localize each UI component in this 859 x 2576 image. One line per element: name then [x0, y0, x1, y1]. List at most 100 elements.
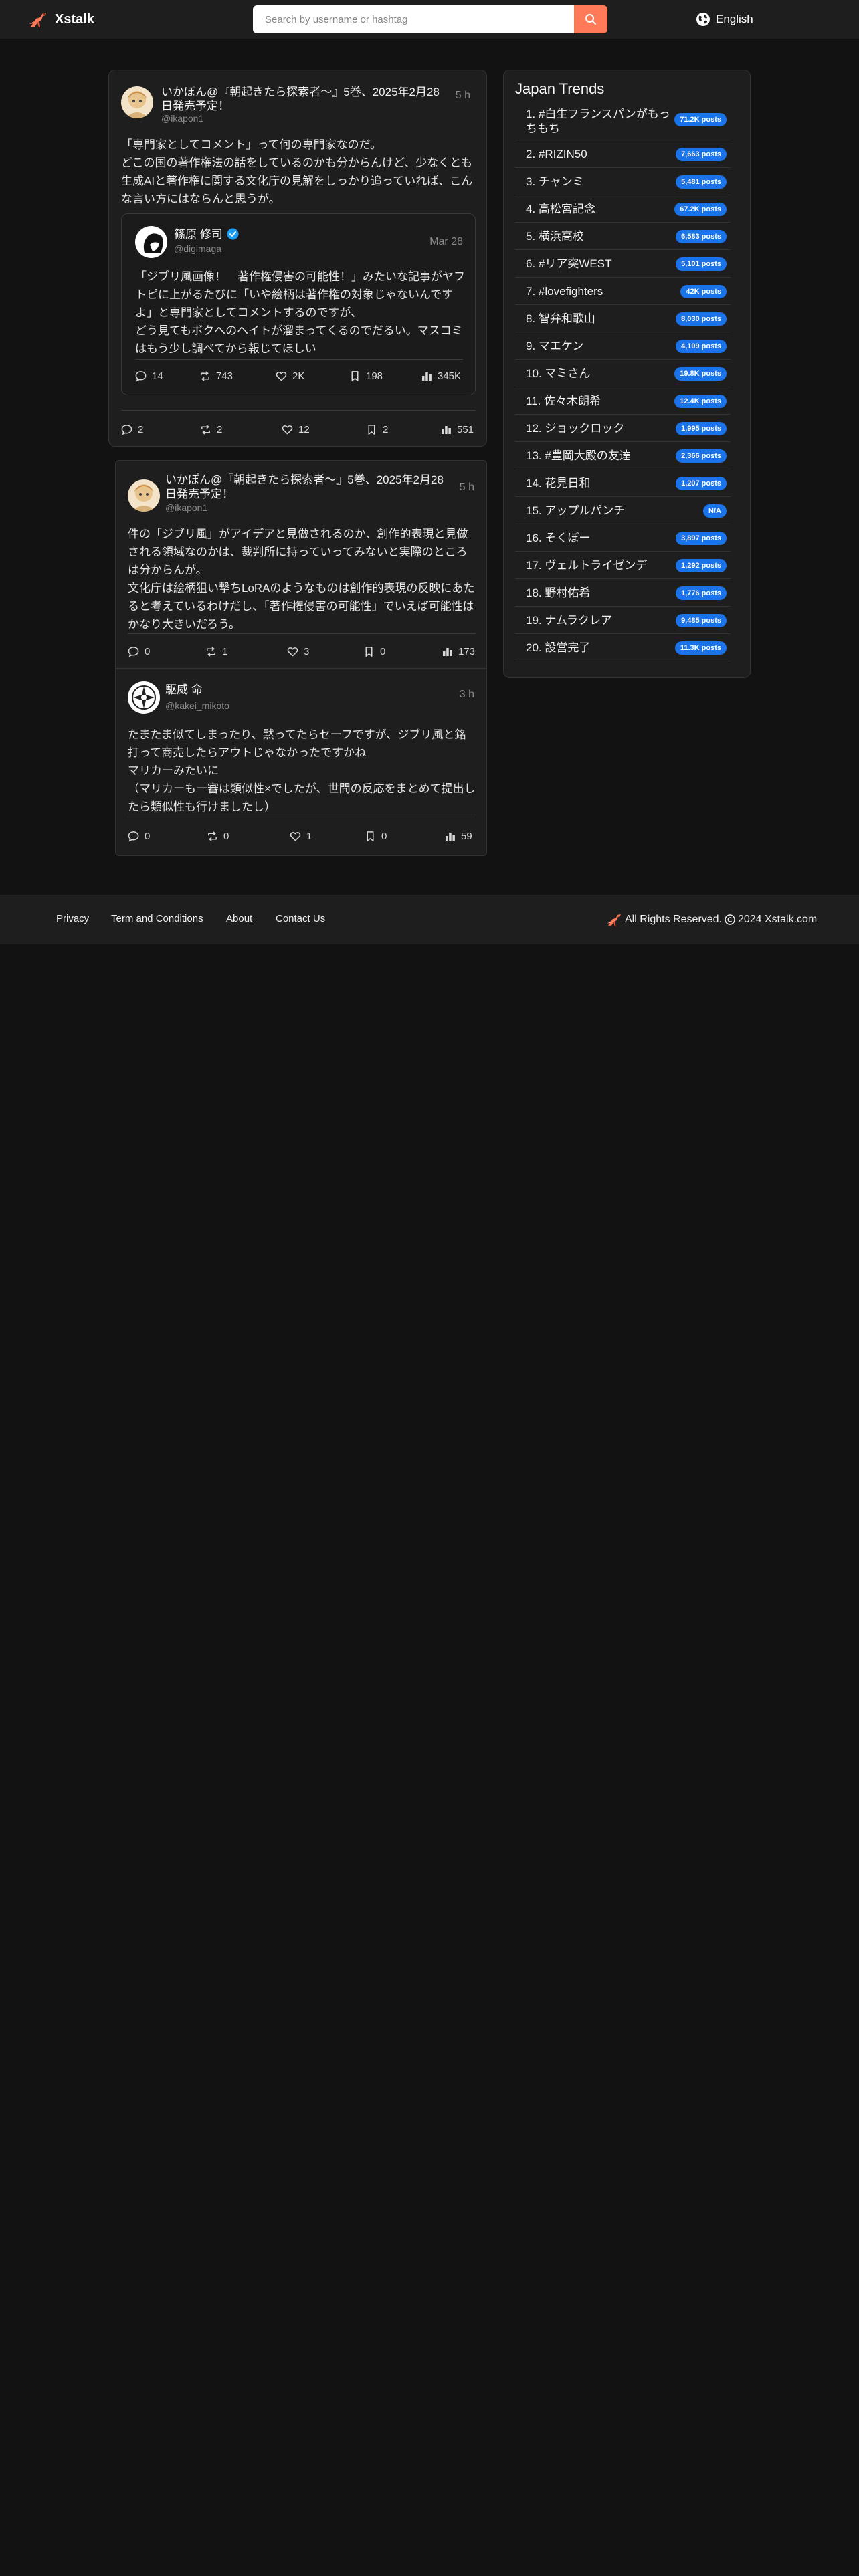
quoted-author-name[interactable]: 篠原 修司 — [174, 227, 239, 241]
rights-text: All Rights Reserved. — [625, 914, 722, 925]
bookmark-button[interactable]: 0 — [363, 641, 385, 661]
reply-button[interactable]: 2 — [121, 419, 143, 439]
repost-button[interactable]: 2 — [200, 419, 222, 439]
trend-label: 13. #豊岡大殿の友達 — [526, 449, 631, 462]
trend-label: 7. #lovefighters — [526, 285, 603, 298]
bookmark-count: 2 — [383, 423, 389, 435]
trend-item[interactable]: 7. #lovefighters 42K posts — [515, 278, 731, 305]
reply-count: 2 — [138, 423, 144, 435]
post-time: 5 h — [455, 90, 470, 101]
avatar[interactable] — [128, 479, 160, 512]
trend-item[interactable]: 3. チャンミ 5,481 posts — [515, 168, 731, 195]
quoted-post-time: Mar 28 — [430, 236, 463, 247]
views-count: 173 — [458, 645, 476, 657]
search-button[interactable] — [574, 5, 607, 33]
trend-post-count-badge: 12.4K posts — [674, 394, 727, 408]
trend-item[interactable]: 12. ジョックロック 1,995 posts — [515, 415, 731, 442]
avatar[interactable] — [121, 86, 153, 118]
bar-chart-icon — [446, 833, 455, 841]
avatar[interactable] — [135, 226, 167, 258]
app-name: Xstalk — [55, 11, 94, 27]
bookmark-button[interactable]: 198 — [349, 366, 383, 386]
bookmark-button[interactable]: 0 — [365, 826, 387, 846]
trend-item[interactable]: 1. #白生フランスパンがもっちもち 71.2K posts — [515, 99, 731, 140]
quoted-post[interactable]: 篠原 修司 @digimaga Mar 28 「ジブリ風画像！ 著作権侵害の可能… — [121, 213, 476, 395]
reply-button[interactable]: 0 — [128, 641, 150, 661]
footer: Privacy Term and Conditions About Contac… — [0, 895, 859, 944]
repost-button[interactable]: 743 — [199, 366, 233, 386]
repost-button[interactable]: 0 — [207, 826, 229, 846]
author-name[interactable]: いかぽん@『朝起きたら探索者〜』5巻、2025年2月28日発売予定！ — [161, 85, 442, 113]
like-button[interactable]: 3 — [287, 641, 309, 661]
comment-icon — [135, 370, 147, 382]
copyright-icon — [725, 914, 735, 925]
trend-post-count-badge: 11.3K posts — [674, 641, 727, 655]
divider — [121, 410, 476, 411]
trend-item[interactable]: 8. 智弁和歌山 8,030 posts — [515, 305, 731, 332]
trend-item[interactable]: 9. マエケン 4,109 posts — [515, 332, 731, 360]
bookmark-button[interactable]: 2 — [366, 419, 388, 439]
reply-button[interactable]: 14 — [135, 366, 163, 386]
reply-count: 0 — [145, 645, 151, 657]
avatar[interactable] — [128, 681, 160, 714]
post-card[interactable]: いかぽん@『朝起きたら探索者〜』5巻、2025年2月28日発売予定！ @ikap… — [115, 460, 487, 669]
logo[interactable]: Xstalk — [28, 9, 94, 29]
author-name[interactable]: いかぽん@『朝起きたら探索者〜』5巻、2025年2月28日発売予定！ — [165, 473, 453, 501]
trend-post-count-badge: 67.2K posts — [674, 202, 727, 216]
trend-post-count-badge: 5,101 posts — [676, 257, 727, 271]
like-button[interactable]: 12 — [282, 419, 310, 439]
search-bar — [253, 5, 607, 33]
post-actions: 0 0 1 0 59 — [128, 826, 476, 846]
divider — [135, 359, 463, 360]
like-button[interactable]: 2K — [276, 366, 304, 386]
post-text: たまたま似てしまったり、黙ってたらセーフですが、ジブリ風と銘打って商売したらアウ… — [128, 728, 476, 813]
trend-item[interactable]: 19. ナムラクレア 9,485 posts — [515, 607, 731, 634]
post-text: 件の「ジブリ風」がアイデアと見做されるのか、創作的表現と見做される領域なのかは、… — [128, 528, 475, 631]
privacy-link[interactable]: Privacy — [56, 913, 89, 924]
author-name[interactable]: 駆威 命 — [165, 683, 203, 697]
post-actions: 2 2 12 2 551 — [121, 419, 476, 439]
trend-label: 2. #RIZIN50 — [526, 148, 587, 160]
post-time: 3 h — [459, 689, 474, 700]
search-input[interactable] — [253, 5, 574, 33]
reply-button[interactable]: 0 — [128, 826, 150, 846]
trend-item[interactable]: 17. ヴェルトライゼンデ 1,292 posts — [515, 552, 731, 579]
trend-post-count-badge: 1,207 posts — [676, 476, 727, 490]
trend-item[interactable]: 16. そくぼー 3,897 posts — [515, 524, 731, 552]
trend-item[interactable]: 6. #リア突WEST 5,101 posts — [515, 250, 731, 278]
repost-count: 2 — [217, 423, 223, 435]
bookmark-count: 0 — [381, 830, 387, 842]
author-handle[interactable]: @kakei_mikoto — [165, 700, 229, 711]
trend-item[interactable]: 20. 設営完了 11.3K posts — [515, 634, 731, 661]
like-button[interactable]: 1 — [290, 826, 312, 846]
bar-chart-icon — [443, 648, 452, 656]
terms-link[interactable]: Term and Conditions — [111, 913, 203, 924]
trend-item[interactable]: 10. マミさん 19.8K posts — [515, 360, 731, 387]
trend-item[interactable]: 15. アップルパンチ N/A — [515, 497, 731, 524]
views-count: 59 — [461, 830, 472, 842]
trend-item[interactable]: 18. 野村佑希 1,776 posts — [515, 579, 731, 607]
author-handle[interactable]: @ikapon1 — [165, 502, 207, 513]
quoted-post-text: 「ジブリ風画像！ 著作権侵害の可能性！」みたいな記事がヤフトピに上がるたびに「い… — [135, 270, 465, 355]
trend-item[interactable]: 4. 高松宮記念 67.2K posts — [515, 195, 731, 223]
contact-link[interactable]: Contact Us — [276, 913, 325, 924]
trend-item[interactable]: 13. #豊岡大殿の友達 2,366 posts — [515, 442, 731, 469]
trend-item[interactable]: 5. 横浜高校 6,583 posts — [515, 223, 731, 250]
trend-item[interactable]: 14. 花見日和 1,207 posts — [515, 469, 731, 497]
trend-label: 5. 横浜高校 — [526, 230, 584, 243]
post-card[interactable]: いかぽん@『朝起きたら探索者〜』5巻、2025年2月28日発売予定！ @ikap… — [108, 70, 487, 447]
trend-item[interactable]: 11. 佐々木朗希 12.4K posts — [515, 387, 731, 415]
author-handle[interactable]: @ikapon1 — [161, 113, 203, 124]
reply-count: 0 — [145, 830, 151, 842]
about-link[interactable]: About — [226, 913, 252, 924]
trend-label: 16. そくぼー — [526, 532, 591, 544]
language-selector[interactable]: English — [696, 9, 753, 30]
comment-icon — [128, 646, 139, 657]
post-card[interactable]: 駆威 命 @kakei_mikoto 3 h たまたま似てしまったり、黙ってたら… — [115, 669, 487, 856]
repost-button[interactable]: 1 — [205, 641, 227, 661]
quoted-author-handle[interactable]: @digimaga — [174, 243, 221, 254]
views-stat: 345K — [421, 366, 461, 386]
trend-item[interactable]: 2. #RIZIN50 7,663 posts — [515, 140, 731, 168]
copyright-text: 2024 Xstalk.com — [737, 914, 818, 925]
trend-label: 12. ジョックロック — [526, 422, 625, 435]
